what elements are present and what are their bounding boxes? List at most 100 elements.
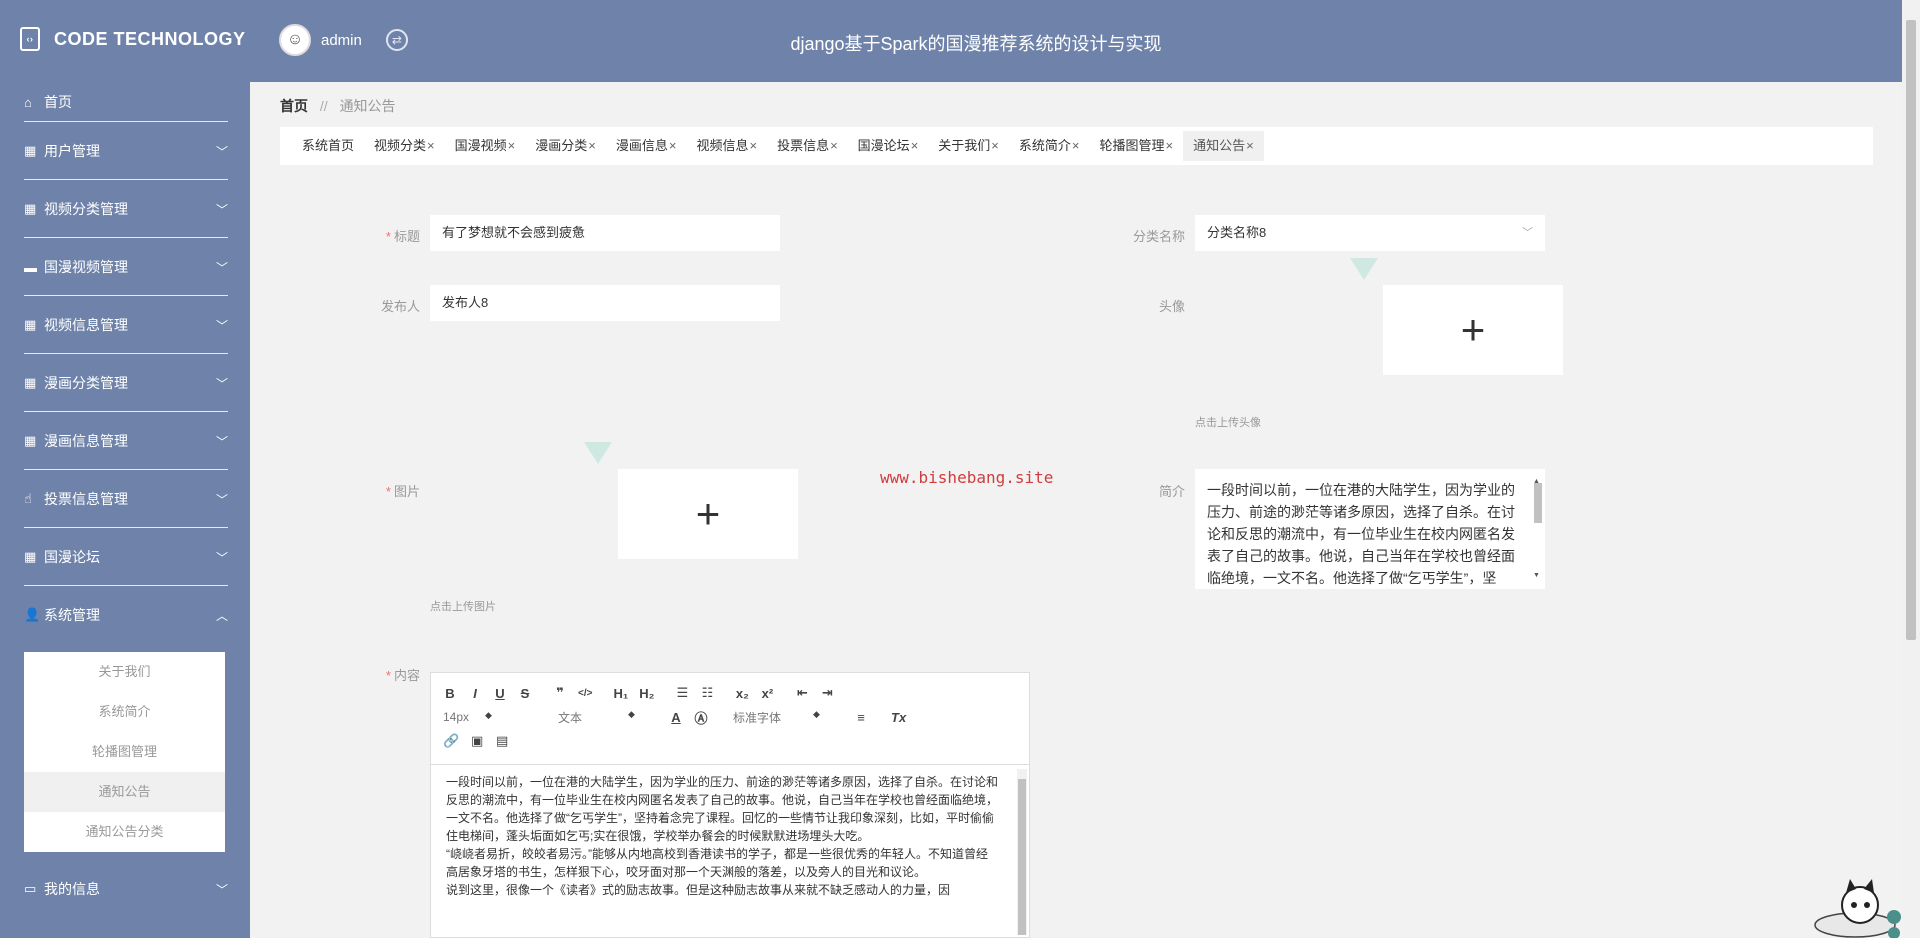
editor-scrollbar[interactable] bbox=[1017, 769, 1027, 935]
ordered-list-button[interactable]: ☰ bbox=[675, 685, 689, 701]
image-icon[interactable]: ▣ bbox=[470, 733, 484, 749]
link-icon[interactable]: 🔗 bbox=[443, 733, 459, 749]
chevron-down-icon: ﹀ bbox=[215, 377, 228, 391]
tab-comic-info[interactable]: 漫画信息× bbox=[606, 131, 687, 161]
close-icon[interactable]: × bbox=[588, 138, 596, 153]
sidebar-item-forum[interactable]: ▦ 国漫论坛 ﹀ bbox=[0, 528, 250, 586]
submenu-item-about[interactable]: 关于我们 bbox=[24, 652, 225, 692]
tab-video-category[interactable]: 视频分类× bbox=[364, 131, 445, 161]
tab-label: 轮播图管理 bbox=[1099, 138, 1165, 153]
tab-forum[interactable]: 国漫论坛× bbox=[848, 131, 929, 161]
close-icon[interactable]: × bbox=[830, 138, 838, 153]
code-button[interactable]: </> bbox=[578, 688, 592, 699]
rich-text-editor[interactable]: B I U S ❞ </> H₁ H₂ ☰ ☷ x₂ x² ⇤ ⇥ 14px ◆ … bbox=[430, 672, 1030, 938]
sidebar-item-my-info[interactable]: ▭ 我的信息 ﹀ bbox=[0, 860, 250, 918]
title-input[interactable]: 有了梦想就不会感到疲惫 bbox=[430, 215, 780, 251]
image-upload-tip: 点击上传图片 bbox=[430, 601, 496, 613]
site-title: django基于Spark的国漫推荐系统的设计与实现 bbox=[790, 34, 1162, 54]
quote-button[interactable]: ❞ bbox=[553, 685, 567, 701]
breadcrumb: 首页 // 通知公告 bbox=[280, 96, 396, 116]
sidebar-item-comic-info[interactable]: ▦ 漫画信息管理 ﹀ bbox=[0, 412, 250, 470]
sidebar-item-vote-info[interactable]: ☝ 投票信息管理 ﹀ bbox=[0, 470, 250, 528]
h1-button[interactable]: H₁ bbox=[613, 686, 628, 701]
submenu-item-notice-category[interactable]: 通知公告分类 bbox=[24, 812, 225, 852]
sidebar-item-label: 用户管理 bbox=[44, 143, 100, 159]
sidebar-item-user-management[interactable]: ▦ 用户管理 ﹀ bbox=[0, 122, 250, 180]
submenu-item-notice[interactable]: 通知公告 bbox=[24, 772, 225, 812]
tab-label: 通知公告 bbox=[1193, 138, 1246, 153]
italic-button[interactable]: I bbox=[468, 686, 482, 701]
font-family-select[interactable]: 标准字体 ◆ bbox=[733, 709, 843, 726]
strike-button[interactable]: S bbox=[518, 686, 532, 701]
toolbar-row: 🔗 ▣ ▤ bbox=[443, 729, 1017, 753]
sidebar-item-system[interactable]: 👤 系统管理 ︿ bbox=[0, 586, 250, 644]
tab-system-home[interactable]: 系统首页 bbox=[292, 131, 364, 161]
submenu-item-intro[interactable]: 系统简介 bbox=[24, 692, 225, 732]
close-icon[interactable]: × bbox=[1072, 138, 1080, 153]
tab-video-info[interactable]: 视频信息× bbox=[686, 131, 767, 161]
grid-icon: ▦ bbox=[24, 201, 37, 216]
tab-carousel[interactable]: 轮播图管理× bbox=[1090, 131, 1184, 161]
h2-button[interactable]: H₂ bbox=[639, 686, 654, 701]
submenu-item-carousel[interactable]: 轮播图管理 bbox=[24, 732, 225, 772]
category-select-value: 分类名称8 bbox=[1207, 225, 1267, 240]
tab-notice[interactable]: 通知公告× bbox=[1183, 131, 1264, 161]
scrollbar-thumb[interactable] bbox=[1018, 779, 1026, 935]
updown-icon: ◆ bbox=[813, 708, 820, 719]
editor-paragraph: “峣峣者易折，皎皎者易污。”能够从内地高校到香港读书的学子，都是一些很优秀的年轻… bbox=[446, 847, 988, 879]
scrollbar-thumb[interactable] bbox=[1534, 483, 1542, 523]
close-icon[interactable]: × bbox=[1166, 138, 1174, 153]
outdent-button[interactable]: ⇤ bbox=[795, 685, 809, 701]
page-scrollbar[interactable] bbox=[1902, 0, 1920, 938]
sidebar-item-video-category[interactable]: ▦ 视频分类管理 ﹀ bbox=[0, 180, 250, 238]
editor-content[interactable]: 一段时间以前，一位在港的大陆学生，因为学业的压力、前途的渺茫等诸多原因，选择了自… bbox=[431, 765, 1029, 907]
breadcrumb-home[interactable]: 首页 bbox=[280, 98, 308, 114]
subscript-button[interactable]: x₂ bbox=[735, 686, 749, 701]
bold-button[interactable]: B bbox=[443, 686, 457, 701]
tab-comic-category[interactable]: 漫画分类× bbox=[525, 131, 606, 161]
scrollbar-thumb[interactable] bbox=[1906, 20, 1916, 640]
close-icon[interactable]: × bbox=[911, 138, 919, 153]
tab-label: 国漫视频 bbox=[454, 138, 507, 153]
text-color-icon[interactable]: A bbox=[669, 710, 683, 725]
close-icon[interactable]: × bbox=[508, 138, 516, 153]
close-icon[interactable]: × bbox=[1246, 138, 1254, 153]
align-icon[interactable]: ≡ bbox=[854, 710, 868, 725]
sidebar-item-comic-category[interactable]: ▦ 漫画分类管理 ﹀ bbox=[0, 354, 250, 412]
tab-about[interactable]: 关于我们× bbox=[928, 131, 1009, 161]
title-label: * 标题 bbox=[385, 229, 420, 244]
intro-textarea[interactable]: 一段时间以前，一位在港的大陆学生，因为学业的压力、前途的渺茫等诸多原因，选择了自… bbox=[1195, 469, 1545, 589]
scrollbar[interactable]: ▲ ▼ bbox=[1533, 473, 1543, 583]
tab-anime-video[interactable]: 国漫视频× bbox=[445, 131, 526, 161]
scroll-down-icon[interactable]: ▼ bbox=[1533, 565, 1540, 587]
tab-vote-info[interactable]: 投票信息× bbox=[767, 131, 848, 161]
background-color-icon[interactable]: Ⓐ bbox=[694, 708, 708, 727]
sidebar-item-label: 漫画分类管理 bbox=[44, 375, 128, 391]
underline-button[interactable]: U bbox=[493, 686, 507, 701]
close-icon[interactable]: × bbox=[749, 138, 757, 153]
close-icon[interactable]: × bbox=[427, 138, 435, 153]
avatar-upload[interactable]: + bbox=[1383, 285, 1563, 375]
close-icon[interactable]: × bbox=[991, 138, 999, 153]
bullet-list-button[interactable]: ☷ bbox=[700, 685, 714, 701]
format-select[interactable]: 文本 ◆ bbox=[558, 709, 658, 726]
tab-system-intro[interactable]: 系统简介× bbox=[1009, 131, 1090, 161]
category-label: 分类名称 bbox=[1132, 229, 1185, 244]
superscript-button[interactable]: x² bbox=[760, 686, 774, 701]
sidebar-item-home[interactable]: ⌂ 首页 bbox=[0, 82, 250, 122]
font-size-select[interactable]: 14px ◆ bbox=[443, 710, 533, 724]
tab-label: 系统首页 bbox=[302, 138, 355, 153]
chevron-down-icon: ﹀ bbox=[215, 551, 228, 565]
indent-button[interactable]: ⇥ bbox=[820, 685, 834, 701]
publisher-input[interactable]: 发布人8 bbox=[430, 285, 780, 321]
clear-format-icon[interactable]: Tx bbox=[891, 710, 906, 725]
video-icon[interactable]: ▤ bbox=[495, 733, 509, 749]
category-select[interactable]: 分类名称8 ﹀ bbox=[1195, 215, 1545, 251]
image-label: * 图片 bbox=[385, 484, 420, 499]
close-icon[interactable]: × bbox=[669, 138, 677, 153]
sidebar-item-video-info[interactable]: ▦ 视频信息管理 ﹀ bbox=[0, 296, 250, 354]
image-upload[interactable]: + bbox=[618, 469, 798, 559]
sidebar-item-anime-video[interactable]: ▬ 国漫视频管理 ﹀ bbox=[0, 238, 250, 296]
tab-label: 投票信息 bbox=[777, 138, 830, 153]
tab-label: 漫画分类 bbox=[535, 138, 588, 153]
